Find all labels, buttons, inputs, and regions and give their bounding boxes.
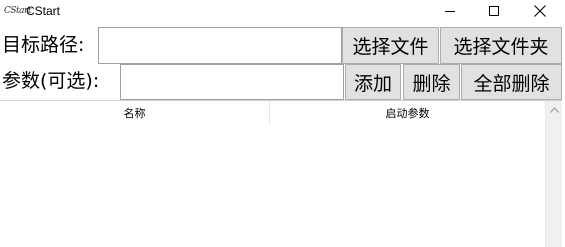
maximize-button[interactable] (471, 0, 517, 22)
params-input[interactable] (120, 64, 344, 100)
chevron-up-icon (550, 106, 559, 113)
list-header: 名称 启动参数 (0, 101, 545, 125)
delete-button[interactable]: 删除 (403, 64, 460, 100)
vertical-scrollbar[interactable] (545, 101, 563, 247)
select-folder-button[interactable]: 选择文件夹 (440, 27, 562, 64)
minimize-icon (444, 10, 455, 12)
delete-all-button[interactable]: 全部删除 (461, 64, 562, 100)
close-button[interactable] (517, 0, 563, 22)
app-window: CStart CStart 目标路径: 选择文件 选择文件夹 参数(可选): 添… (0, 0, 565, 247)
minimize-button[interactable] (427, 0, 473, 22)
column-header-params[interactable]: 启动参数 (270, 101, 545, 125)
params-label: 参数(可选): (2, 70, 100, 92)
target-path-input[interactable] (98, 27, 342, 64)
app-icon: CStart (4, 6, 31, 16)
select-file-button[interactable]: 选择文件 (342, 27, 439, 64)
entries-list[interactable]: 名称 启动参数 (0, 100, 565, 247)
close-icon (534, 5, 546, 17)
scroll-up-button[interactable] (546, 101, 563, 118)
title-bar[interactable]: CStart CStart (0, 0, 565, 23)
window-title: CStart (26, 4, 61, 18)
add-button[interactable]: 添加 (345, 64, 401, 100)
target-path-label: 目标路径: (2, 34, 85, 56)
column-header-name[interactable]: 名称 (0, 101, 270, 125)
maximize-icon (488, 5, 499, 16)
